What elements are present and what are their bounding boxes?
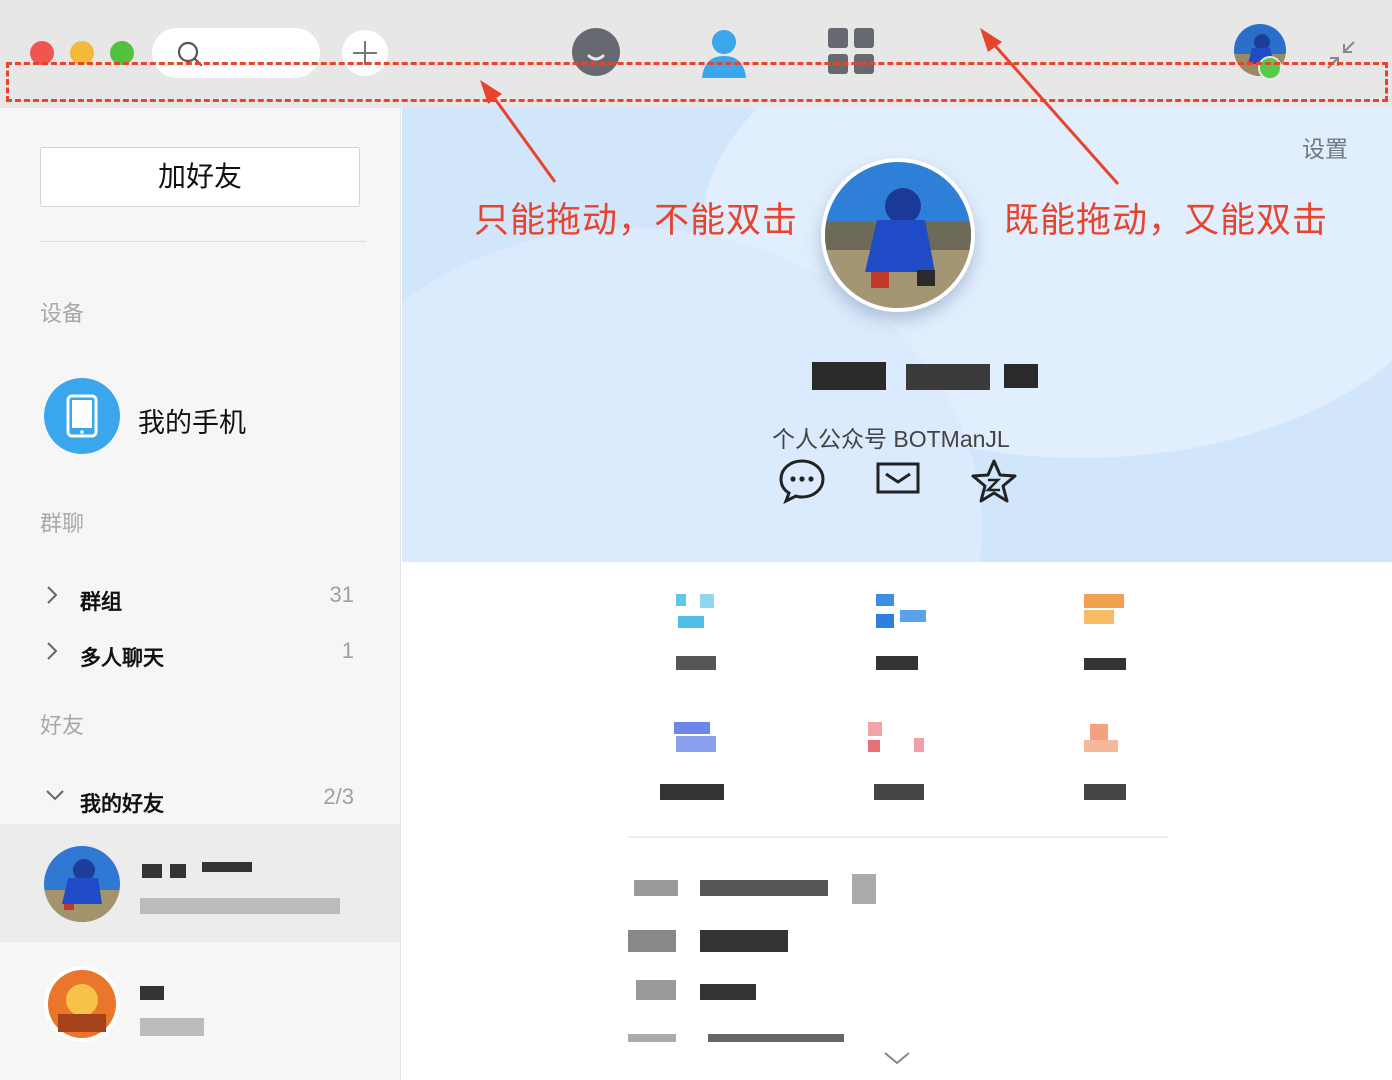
feature-item[interactable] — [874, 592, 934, 682]
annotation-arrows — [480, 28, 1120, 185]
chevron-down-icon[interactable] — [883, 1050, 911, 1066]
feature-item[interactable] — [1082, 592, 1142, 682]
profile-signature: 个人公众号 BOTManJL — [772, 426, 1010, 452]
feature-item[interactable] — [1082, 720, 1142, 810]
mail-icon[interactable] — [876, 458, 920, 498]
feature-item[interactable] — [672, 592, 732, 682]
message-bubble-icon[interactable] — [778, 458, 826, 504]
feature-item[interactable] — [866, 720, 926, 810]
divider — [628, 836, 1168, 838]
star-icon[interactable] — [970, 458, 1018, 504]
feature-item[interactable] — [660, 720, 732, 810]
